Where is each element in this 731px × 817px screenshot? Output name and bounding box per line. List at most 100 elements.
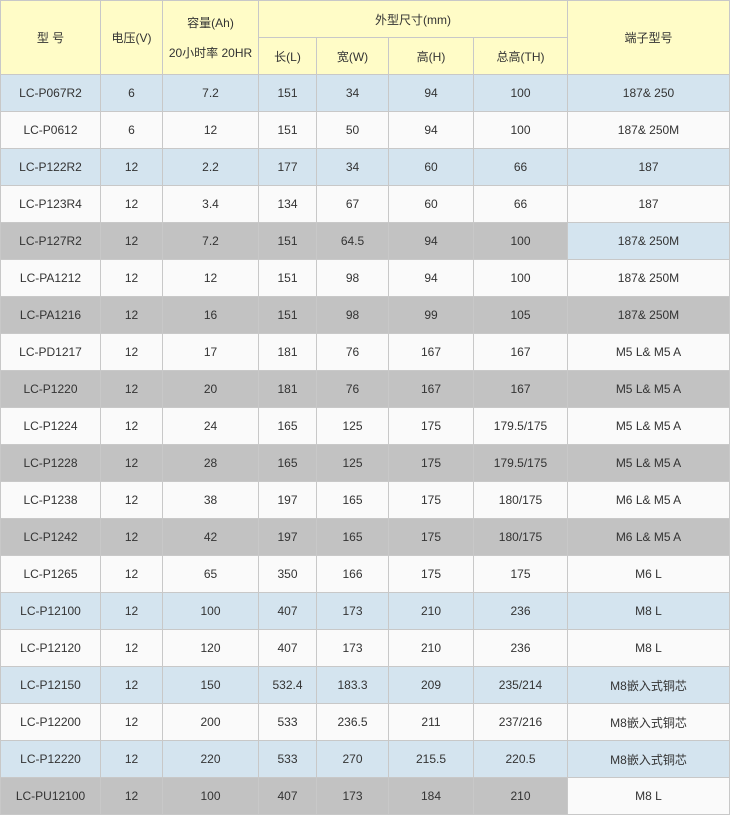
cell-terminal: M6 L [567, 555, 730, 593]
cell-terminal: M5 L& M5 A [567, 333, 730, 371]
cell-model: LC-P122R2 [0, 148, 101, 186]
cell-height: 211 [388, 703, 474, 741]
cell-voltage: 12 [100, 370, 163, 408]
cell-capacity: 120 [162, 629, 259, 667]
table-header: 型 号 电压(V) 容量(Ah) 20小时率 20HR 外型尺寸(mm) 端子型… [0, 0, 730, 75]
cell-capacity: 3.4 [162, 185, 259, 223]
cell-capacity: 100 [162, 777, 259, 815]
header-voltage: 电压(V) [100, 0, 163, 75]
cell-voltage: 12 [100, 703, 163, 741]
cell-width: 34 [316, 74, 389, 112]
cell-terminal: M8嵌入式铜芯 [567, 703, 730, 741]
cell-capacity: 38 [162, 481, 259, 519]
table-row: LC-PA1216 12 16 151 98 99 105 187& 250M [0, 296, 730, 334]
cell-terminal: 187 [567, 148, 730, 186]
cell-terminal: 187& 250M [567, 111, 730, 149]
cell-voltage: 12 [100, 666, 163, 704]
cell-terminal: M6 L& M5 A [567, 518, 730, 556]
table-row: LC-P1220 12 20 181 76 167 167 M5 L& M5 A [0, 370, 730, 408]
cell-width: 76 [316, 333, 389, 371]
table-row: LC-P12220 12 220 533 270 215.5 220.5 M8嵌入式铜芯 [0, 740, 730, 778]
cell-model: LC-P12120 [0, 629, 101, 667]
cell-model: LC-P12200 [0, 703, 101, 741]
cell-length: 407 [258, 777, 317, 815]
cell-width: 165 [316, 518, 389, 556]
cell-total-height: 167 [473, 370, 568, 408]
cell-terminal: 187& 250M [567, 259, 730, 297]
cell-model: LC-P1228 [0, 444, 101, 482]
table-row: LC-P1242 12 42 197 165 175 180/175 M6 L& M5 A [0, 518, 730, 556]
table-body: LC-P067R2 6 7.2 151 34 94 100 187& 250 LC-P0612 6… [0, 74, 730, 815]
cell-total-height: 100 [473, 111, 568, 149]
cell-model: LC-P1224 [0, 407, 101, 445]
cell-width: 166 [316, 555, 389, 593]
battery-spec-table: 型 号 电压(V) 容量(Ah) 20小时率 20HR 外型尺寸(mm) 端子型… [0, 0, 730, 815]
cell-model: LC-P12220 [0, 740, 101, 778]
cell-total-height: 236 [473, 592, 568, 630]
cell-terminal: M8 L [567, 629, 730, 667]
cell-model: LC-P0612 [0, 111, 101, 149]
cell-total-height: 105 [473, 296, 568, 334]
cell-height: 175 [388, 481, 474, 519]
cell-length: 151 [258, 259, 317, 297]
cell-voltage: 12 [100, 592, 163, 630]
cell-width: 173 [316, 777, 389, 815]
cell-length: 151 [258, 222, 317, 260]
cell-terminal: 187& 250 [567, 74, 730, 112]
cell-capacity: 20 [162, 370, 259, 408]
cell-width: 173 [316, 592, 389, 630]
cell-model: LC-P1242 [0, 518, 101, 556]
table-row: LC-P1265 12 65 350 166 175 175 M6 L [0, 555, 730, 593]
cell-voltage: 12 [100, 777, 163, 815]
cell-length: 533 [258, 703, 317, 741]
header-capacity-label: 容量(Ah) [187, 15, 234, 30]
cell-length: 532.4 [258, 666, 317, 704]
cell-width: 173 [316, 629, 389, 667]
header-dimensions: 外型尺寸(mm) [258, 0, 568, 38]
table-row: LC-PA1212 12 12 151 98 94 100 187& 250M [0, 259, 730, 297]
header-height: 高(H) [388, 37, 474, 75]
cell-total-height: 180/175 [473, 481, 568, 519]
cell-total-height: 175 [473, 555, 568, 593]
cell-total-height: 66 [473, 148, 568, 186]
cell-total-height: 237/216 [473, 703, 568, 741]
cell-terminal: 187& 250M [567, 296, 730, 334]
table-row: LC-P12120 12 120 407 173 210 236 M8 L [0, 629, 730, 667]
cell-terminal: 187 [567, 185, 730, 223]
header-total-height: 总高(TH) [473, 37, 568, 75]
cell-total-height: 220.5 [473, 740, 568, 778]
cell-height: 210 [388, 629, 474, 667]
cell-width: 67 [316, 185, 389, 223]
cell-width: 98 [316, 296, 389, 334]
cell-terminal: M5 L& M5 A [567, 444, 730, 482]
cell-total-height: 66 [473, 185, 568, 223]
cell-length: 181 [258, 333, 317, 371]
cell-capacity: 28 [162, 444, 259, 482]
cell-terminal: M6 L& M5 A [567, 481, 730, 519]
cell-height: 94 [388, 259, 474, 297]
cell-total-height: 210 [473, 777, 568, 815]
cell-width: 76 [316, 370, 389, 408]
cell-model: LC-P12150 [0, 666, 101, 704]
cell-model: LC-PA1216 [0, 296, 101, 334]
cell-width: 183.3 [316, 666, 389, 704]
cell-model: LC-P1265 [0, 555, 101, 593]
cell-model: LC-P1238 [0, 481, 101, 519]
cell-capacity: 12 [162, 259, 259, 297]
table-row: LC-P0612 6 12 151 50 94 100 187& 250M [0, 111, 730, 149]
cell-voltage: 12 [100, 518, 163, 556]
cell-voltage: 12 [100, 185, 163, 223]
table-row: LC-P12100 12 100 407 173 210 236 M8 L [0, 592, 730, 630]
cell-voltage: 12 [100, 740, 163, 778]
cell-total-height: 100 [473, 259, 568, 297]
cell-capacity: 65 [162, 555, 259, 593]
cell-total-height: 100 [473, 222, 568, 260]
cell-height: 175 [388, 444, 474, 482]
table-row: LC-P1228 12 28 165 125 175 179.5/175 M5 L& M5 A [0, 444, 730, 482]
cell-model: LC-PD1217 [0, 333, 101, 371]
cell-length: 151 [258, 296, 317, 334]
cell-total-height: 167 [473, 333, 568, 371]
cell-model: LC-P067R2 [0, 74, 101, 112]
cell-capacity: 16 [162, 296, 259, 334]
cell-terminal: M8 L [567, 592, 730, 630]
